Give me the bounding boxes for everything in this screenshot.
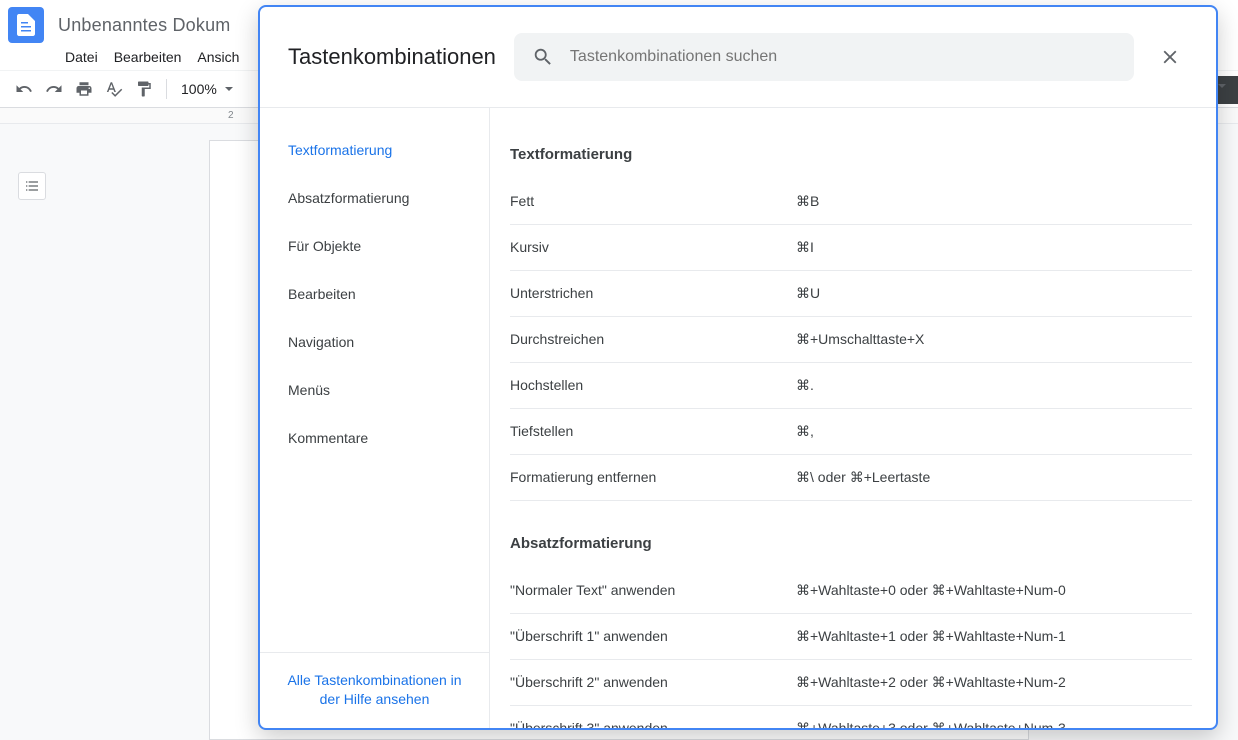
shortcut-keys: ⌘+Wahltaste+0 oder ⌘+Wahltaste+Num-0 — [796, 582, 1192, 599]
shortcut-keys: ⌘B — [796, 193, 1192, 210]
shortcut-row: "Überschrift 3" anwenden ⌘+Wahltaste+3 o… — [510, 706, 1192, 728]
docs-app-icon[interactable] — [8, 7, 44, 43]
search-input[interactable] — [570, 48, 1116, 66]
shortcut-label: Fett — [510, 193, 796, 210]
section-title: Absatzformatierung — [510, 525, 1192, 562]
menu-view[interactable]: Ansich — [190, 45, 246, 69]
outline-icon — [24, 178, 40, 194]
category-paragraph-formatting[interactable]: Absatzformatierung — [260, 174, 489, 222]
category-menus[interactable]: Menüs — [260, 366, 489, 414]
shortcut-label: Unterstrichen — [510, 285, 796, 302]
redo-button[interactable] — [40, 75, 68, 103]
print-icon — [75, 80, 93, 98]
shortcut-row: Fett ⌘B — [510, 179, 1192, 225]
close-icon — [1159, 46, 1181, 68]
shortcut-label: Kursiv — [510, 239, 796, 256]
shortcut-keys: ⌘+Umschalttaste+X — [796, 331, 1192, 348]
shortcut-keys: ⌘+Wahltaste+3 oder ⌘+Wahltaste+Num-3 — [796, 720, 1192, 728]
outline-toggle-button[interactable] — [18, 172, 46, 200]
shortcut-keys: ⌘, — [796, 423, 1192, 440]
toolbar-separator — [166, 79, 167, 99]
category-edit[interactable]: Bearbeiten — [260, 270, 489, 318]
undo-icon — [15, 80, 33, 98]
shortcut-section: Absatzformatierung "Normaler Text" anwen… — [510, 525, 1192, 728]
shortcut-row: "Überschrift 1" anwenden ⌘+Wahltaste+1 o… — [510, 614, 1192, 660]
shortcut-row: Kursiv ⌘I — [510, 225, 1192, 271]
shortcut-label: Formatierung entfernen — [510, 469, 796, 486]
dialog-title: Tastenkombinationen — [288, 44, 496, 70]
print-button[interactable] — [70, 75, 98, 103]
undo-button[interactable] — [10, 75, 38, 103]
paint-format-icon — [135, 80, 153, 98]
chevron-down-icon — [1218, 84, 1226, 105]
paint-format-button[interactable] — [130, 75, 158, 103]
menu-file[interactable]: Datei — [58, 45, 105, 69]
shortcut-keys: ⌘+Wahltaste+2 oder ⌘+Wahltaste+Num-2 — [796, 674, 1192, 691]
shortcut-label: Tiefstellen — [510, 423, 796, 440]
zoom-value: 100% — [181, 81, 217, 97]
shortcut-label: "Überschrift 1" anwenden — [510, 628, 796, 645]
keyboard-shortcuts-dialog: Tastenkombinationen Textformatierung Abs… — [258, 5, 1218, 730]
right-dropdown[interactable] — [1218, 88, 1226, 106]
search-box[interactable] — [514, 33, 1134, 81]
shortcut-row: "Normaler Text" anwenden ⌘+Wahltaste+0 o… — [510, 568, 1192, 614]
shortcut-keys: ⌘\ oder ⌘+Leertaste — [796, 469, 1192, 486]
category-sidebar: Textformatierung Absatzformatierung Für … — [260, 108, 490, 728]
category-comments[interactable]: Kommentare — [260, 414, 489, 462]
document-title[interactable]: Unbenanntes Dokum — [58, 15, 231, 36]
category-list: Textformatierung Absatzformatierung Für … — [260, 108, 489, 652]
shortcut-label: Hochstellen — [510, 377, 796, 394]
shortcut-label: Durchstreichen — [510, 331, 796, 348]
dialog-header: Tastenkombinationen — [260, 7, 1216, 108]
dialog-body: Textformatierung Absatzformatierung Für … — [260, 108, 1216, 728]
zoom-selector[interactable]: 100% — [175, 81, 239, 97]
document-icon — [17, 14, 35, 36]
shortcut-label: "Normaler Text" anwenden — [510, 582, 796, 599]
shortcut-row: Tiefstellen ⌘, — [510, 409, 1192, 455]
menu-edit[interactable]: Bearbeiten — [107, 45, 189, 69]
chevron-down-icon — [225, 87, 233, 91]
shortcut-row: Hochstellen ⌘. — [510, 363, 1192, 409]
spellcheck-icon — [105, 80, 123, 98]
shortcuts-content[interactable]: Textformatierung Fett ⌘B Kursiv ⌘I Unter… — [490, 108, 1216, 728]
spellcheck-button[interactable] — [100, 75, 128, 103]
shortcut-keys: ⌘. — [796, 377, 1192, 394]
shortcut-row: Unterstrichen ⌘U — [510, 271, 1192, 317]
ruler-mark: 2 — [228, 110, 234, 121]
sidebar-footer: Alle Tastenkombinationen in der Hilfe an… — [260, 652, 489, 728]
shortcut-label: "Überschrift 3" anwenden — [510, 720, 796, 728]
shortcut-keys: ⌘U — [796, 285, 1192, 302]
shortcut-row: Formatierung entfernen ⌘\ oder ⌘+Leertas… — [510, 455, 1192, 501]
search-icon — [532, 46, 554, 68]
section-title: Textformatierung — [510, 136, 1192, 173]
shortcut-row: Durchstreichen ⌘+Umschalttaste+X — [510, 317, 1192, 363]
shortcut-section: Textformatierung Fett ⌘B Kursiv ⌘I Unter… — [510, 136, 1192, 501]
category-navigation[interactable]: Navigation — [260, 318, 489, 366]
shortcut-keys: ⌘I — [796, 239, 1192, 256]
category-for-objects[interactable]: Für Objekte — [260, 222, 489, 270]
shortcut-row: "Überschrift 2" anwenden ⌘+Wahltaste+2 o… — [510, 660, 1192, 706]
shortcut-label: "Überschrift 2" anwenden — [510, 674, 796, 691]
help-link[interactable]: Alle Tastenkombinationen in der Hilfe an… — [280, 671, 469, 710]
shortcut-keys: ⌘+Wahltaste+1 oder ⌘+Wahltaste+Num-1 — [796, 628, 1192, 645]
redo-icon — [45, 80, 63, 98]
close-button[interactable] — [1152, 39, 1188, 75]
category-text-formatting[interactable]: Textformatierung — [260, 126, 489, 174]
